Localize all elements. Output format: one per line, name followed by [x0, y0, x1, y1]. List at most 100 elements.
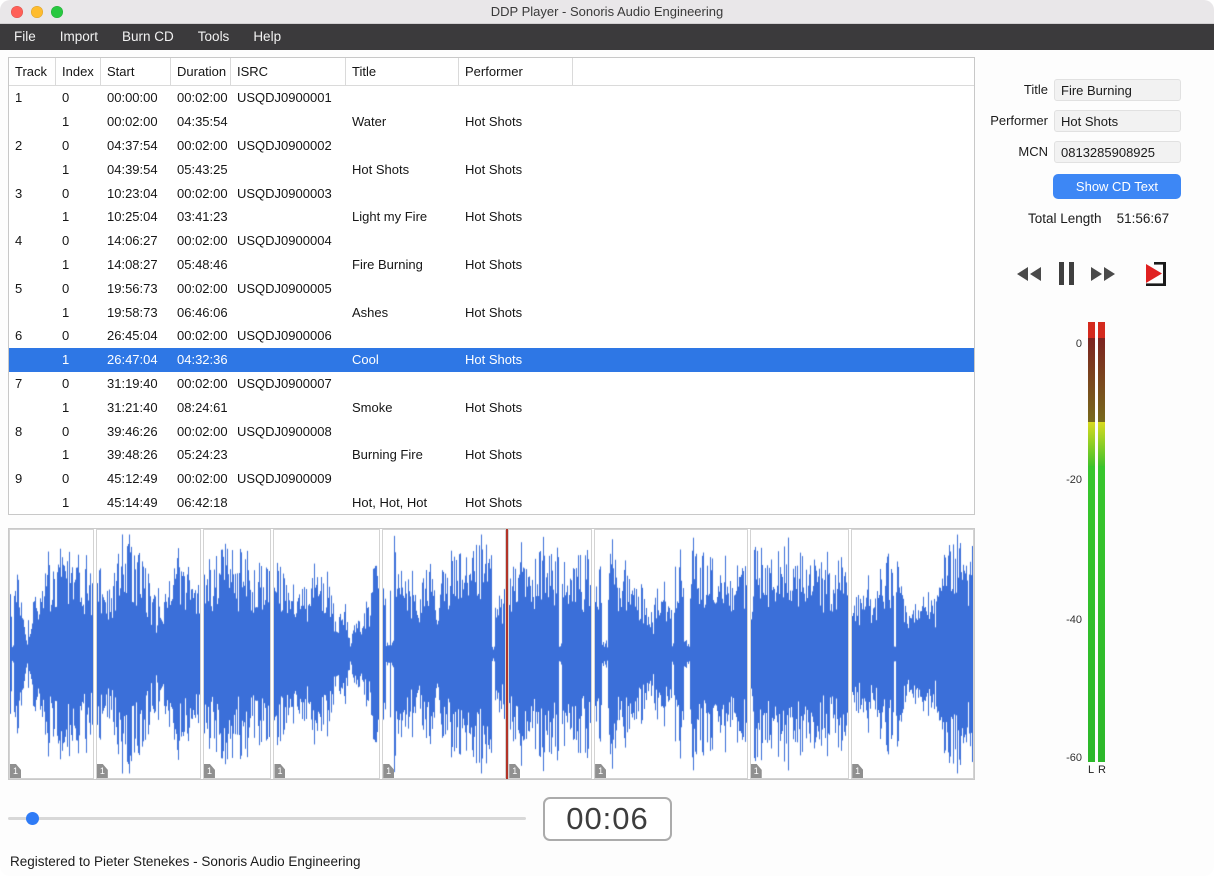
cell-start: 19:58:73 [107, 304, 158, 320]
cell-isrc: USQDJ0900007 [237, 375, 332, 391]
table-row[interactable]: 1 19:58:73 06:46:06 Ashes Hot Shots [9, 300, 974, 324]
cell-duration: 00:02:00 [177, 471, 228, 487]
cell-index: 1 [62, 256, 70, 272]
cell-duration: 00:02:00 [177, 280, 228, 296]
meter-channel-left-label: L [1088, 764, 1095, 776]
cell-duration: 05:43:25 [177, 161, 228, 177]
cell-title: Fire Burning [352, 256, 423, 272]
show-cd-text-button[interactable]: Show CD Text [1053, 174, 1181, 199]
cell-start: 31:19:40 [107, 375, 158, 391]
column-header-performer[interactable]: Performer [459, 58, 573, 85]
cell-track: 6 [15, 328, 23, 344]
menu-item-help[interactable]: Help [241, 24, 293, 50]
table-row[interactable]: 6 0 26:45:04 00:02:00 USQDJ0900006 [9, 324, 974, 348]
seek-slider-track[interactable] [8, 817, 526, 820]
cell-index: 0 [62, 423, 70, 439]
cell-start: 45:14:49 [107, 494, 158, 510]
cell-title: Smoke [352, 399, 393, 415]
waveform-segment-track-6[interactable]: 1 [508, 529, 593, 779]
cell-index: 1 [62, 114, 70, 130]
menu-item-file[interactable]: File [2, 24, 48, 50]
cell-start: 10:25:04 [107, 209, 158, 225]
playback-cursor[interactable] [506, 529, 508, 779]
cell-title: Burning Fire [352, 447, 423, 463]
column-header-track[interactable]: Track [9, 58, 56, 85]
waveform-segment-track-7[interactable]: 1 [594, 529, 748, 779]
table-row[interactable]: 1 31:21:40 08:24:61 Smoke Hot Shots [9, 395, 974, 419]
table-row[interactable]: 8 0 39:46:26 00:02:00 USQDJ0900008 [9, 419, 974, 443]
cell-start: 10:23:04 [107, 185, 158, 201]
table-row[interactable]: 1 0 00:00:00 00:02:00 USQDJ0900001 [9, 86, 974, 110]
menu-item-burn-cd[interactable]: Burn CD [110, 24, 186, 50]
waveform-segment-track-3[interactable]: 1 [202, 529, 272, 779]
column-header-isrc[interactable]: ISRC [231, 58, 346, 85]
table-header: Track Index Start Duration ISRC Title Performe… [9, 58, 974, 86]
table-row[interactable]: 1 14:08:27 05:48:46 Fire Burning Hot Shots [9, 253, 974, 277]
play-to-marker-icon [1142, 262, 1172, 292]
cell-title: Water [352, 114, 387, 130]
table-row[interactable]: 1 39:48:26 05:24:23 Burning Fire Hot Shots [9, 443, 974, 467]
cell-start: 14:06:27 [107, 233, 158, 249]
cell-index: 1 [62, 447, 70, 463]
performer-field[interactable] [1054, 110, 1181, 132]
fast-forward-button[interactable] [1088, 265, 1116, 283]
play-to-marker-button[interactable] [1142, 259, 1172, 289]
table-row[interactable]: 1 10:25:04 03:41:23 Light my Fire Hot Shots [9, 205, 974, 229]
seek-slider-thumb[interactable] [26, 812, 40, 825]
column-header-start[interactable]: Start [101, 58, 171, 85]
cell-performer: Hot Shots [465, 256, 523, 272]
waveform-panel[interactable]: 111111111 [8, 528, 975, 780]
cell-duration: 05:48:46 [177, 256, 228, 272]
meter-dim-segment [1098, 338, 1105, 422]
pause-icon [1058, 262, 1075, 288]
meter-yellow-segment [1088, 422, 1095, 466]
level-meter-right [1098, 322, 1105, 762]
waveform-segment-track-5[interactable]: 1 [382, 529, 507, 779]
cell-start: 26:47:04 [107, 352, 158, 368]
rewind-button[interactable] [1016, 265, 1044, 283]
cell-isrc: USQDJ0900008 [237, 423, 332, 439]
mcn-field[interactable] [1054, 141, 1181, 163]
track-table: Track Index Start Duration ISRC Title Performe… [8, 57, 975, 515]
waveform-segment-track-4[interactable]: 1 [273, 529, 381, 779]
cell-index: 0 [62, 90, 70, 106]
waveform-segment-track-2[interactable]: 1 [95, 529, 201, 779]
cell-start: 00:02:00 [107, 114, 158, 130]
waveform-segment-track-8[interactable]: 1 [749, 529, 850, 779]
pause-button[interactable] [1058, 262, 1075, 285]
table-row-selected[interactable]: 1 26:47:04 04:32:36 Cool Hot Shots [9, 347, 974, 372]
waveform-canvas [383, 530, 506, 778]
column-header-title[interactable]: Title [346, 58, 459, 85]
menu-item-tools[interactable]: Tools [186, 24, 242, 50]
titlebar: DDP Player - Sonoris Audio Engineering [0, 0, 1214, 24]
cell-index: 0 [62, 233, 70, 249]
menu-item-import[interactable]: Import [48, 24, 110, 50]
cell-performer: Hot Shots [465, 352, 523, 368]
cell-index: 1 [62, 352, 70, 368]
waveform-segment-track-9[interactable]: 1 [851, 529, 975, 779]
table-row[interactable]: 7 0 31:19:40 00:02:00 USQDJ0900007 [9, 372, 974, 396]
waveform-segment-track-1[interactable]: 1 [9, 529, 94, 779]
cell-isrc: USQDJ0900009 [237, 471, 332, 487]
title-field[interactable] [1054, 79, 1181, 101]
cell-duration: 04:35:54 [177, 114, 228, 130]
waveform-canvas [10, 530, 93, 778]
table-row[interactable]: 1 45:14:49 06:42:18 Hot, Hot, Hot Hot Shots [9, 491, 974, 514]
cell-start: 26:45:04 [107, 328, 158, 344]
total-length-label: Total Length [1028, 211, 1102, 226]
table-row[interactable]: 9 0 45:12:49 00:02:00 USQDJ0900009 [9, 467, 974, 491]
column-header-index[interactable]: Index [56, 58, 101, 85]
cell-track: 7 [15, 375, 23, 391]
title-label: Title [1023, 82, 1048, 97]
table-row[interactable]: 1 04:39:54 05:43:25 Hot Shots Hot Shots [9, 157, 974, 181]
cell-performer: Hot Shots [465, 304, 523, 320]
rewind-icon [1016, 267, 1044, 286]
table-row[interactable]: 4 0 14:06:27 00:02:00 USQDJ0900004 [9, 229, 974, 253]
table-row[interactable]: 5 0 19:56:73 00:02:00 USQDJ0900005 [9, 276, 974, 300]
table-row[interactable]: 3 0 10:23:04 00:02:00 USQDJ0900003 [9, 181, 974, 205]
table-row[interactable]: 1 00:02:00 04:35:54 Water Hot Shots [9, 110, 974, 134]
waveform-canvas [852, 530, 974, 778]
column-header-duration[interactable]: Duration [171, 58, 231, 85]
table-row[interactable]: 2 0 04:37:54 00:02:00 USQDJ0900002 [9, 134, 974, 158]
meter-scale-label: -20 [1066, 474, 1082, 486]
